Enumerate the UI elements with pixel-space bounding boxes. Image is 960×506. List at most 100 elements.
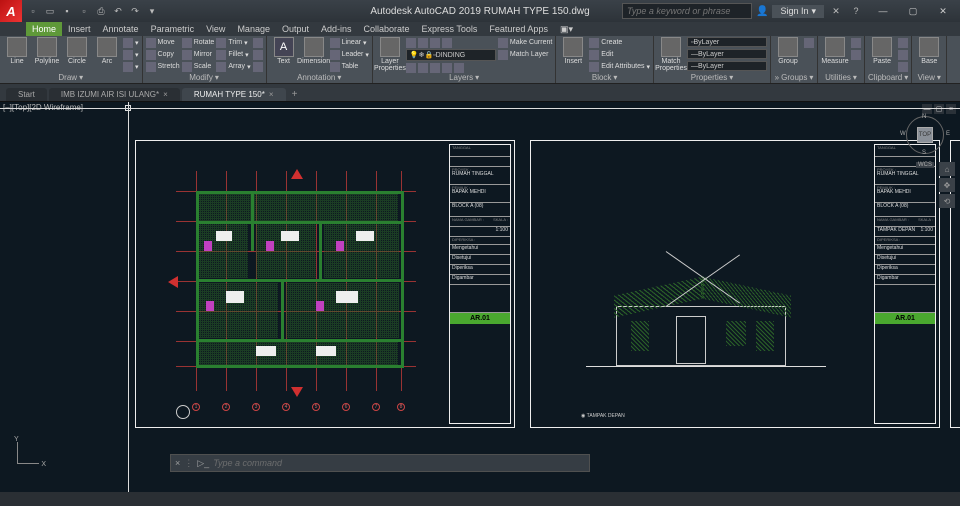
measure-button[interactable]: Measure xyxy=(821,37,849,65)
vp-min-icon[interactable]: — xyxy=(922,104,932,114)
paste-button[interactable]: Paste xyxy=(868,37,896,65)
draw-misc-3[interactable]: ▾ xyxy=(123,61,139,72)
util-misc-1[interactable] xyxy=(851,37,861,48)
cmd-handle-icon[interactable]: ⋮ xyxy=(184,458,193,469)
panel-layers-title[interactable]: Layers ▾ xyxy=(376,73,552,82)
rotate-button[interactable]: Rotate xyxy=(182,37,215,48)
base-button[interactable]: Base xyxy=(915,37,943,65)
maximize-button[interactable]: ▢ xyxy=(898,1,928,21)
trim-button[interactable]: Trim ▾ xyxy=(216,37,250,48)
app-logo[interactable]: A xyxy=(0,0,22,22)
fillet-button[interactable]: Fillet ▾ xyxy=(216,49,250,60)
tab-annotate[interactable]: Annotate xyxy=(97,22,145,36)
leader-button[interactable]: Leader ▾ xyxy=(330,49,369,60)
tab-parametric[interactable]: Parametric xyxy=(145,22,201,36)
stretch-button[interactable]: Stretch xyxy=(146,61,180,72)
command-line[interactable]: × ⋮ ▷_ xyxy=(170,454,590,472)
panel-properties-title[interactable]: Properties ▾ xyxy=(657,72,767,82)
qat-dropdown-icon[interactable]: ▾ xyxy=(144,3,160,19)
dimension-button[interactable]: Dimension xyxy=(300,37,328,65)
panel-block-title[interactable]: Block ▾ xyxy=(559,72,650,82)
panel-utilities-title[interactable]: Utilities ▾ xyxy=(821,72,861,82)
panel-draw-title[interactable]: Draw ▾ xyxy=(3,72,139,82)
signin-button[interactable]: Sign In▾ xyxy=(772,5,824,18)
lineweight-combo[interactable]: — ByLayer xyxy=(687,49,767,59)
line-button[interactable]: Line xyxy=(3,37,31,65)
layer-tools-2[interactable] xyxy=(406,62,496,73)
qat-undo-icon[interactable]: ↶ xyxy=(110,3,126,19)
move-button[interactable]: Move xyxy=(146,37,180,48)
filetab-rumah[interactable]: RUMAH TYPE 150*× xyxy=(182,88,286,101)
qat-plot-icon[interactable]: ⎙ xyxy=(93,3,109,19)
arc-button[interactable]: Arc xyxy=(93,37,121,65)
qat-save-icon[interactable]: ▪ xyxy=(59,3,75,19)
tab-express[interactable]: Express Tools xyxy=(416,22,484,36)
vp-max-icon[interactable]: ▢ xyxy=(934,104,944,114)
layer-combo[interactable]: 💡❄🔒▫ DINDING xyxy=(406,49,496,61)
panel-annotation-title[interactable]: Annotation ▾ xyxy=(270,72,369,82)
panel-view-title[interactable]: View ▾ xyxy=(915,72,943,82)
tab-expander-icon[interactable]: ▣▾ xyxy=(554,22,579,36)
group-misc[interactable] xyxy=(804,37,814,48)
draw-misc-2[interactable]: ▾ xyxy=(123,49,139,60)
tab-featured[interactable]: Featured Apps xyxy=(483,22,554,36)
help-icon[interactable]: ? xyxy=(848,3,864,19)
match-properties-button[interactable]: Match Properties xyxy=(657,37,685,72)
modify-misc-1[interactable] xyxy=(253,37,263,48)
edit-block-button[interactable]: Edit xyxy=(589,49,650,60)
drawing-viewport[interactable]: [–][Top][2D Wireframe] — ▢ × TANGGAL PRO… xyxy=(0,102,960,492)
filetab-imb[interactable]: IMB IZUMI AIR ISI ULANG*× xyxy=(49,88,180,101)
qat-open-icon[interactable]: ▭ xyxy=(42,3,58,19)
nav-home-icon[interactable]: ⌂ xyxy=(939,162,955,176)
tab-home[interactable]: Home xyxy=(26,22,62,36)
match-layer-button[interactable]: Match Layer xyxy=(498,49,552,60)
linetype-combo[interactable]: — ByLayer xyxy=(687,61,767,71)
color-combo[interactable]: ▫ ByLayer xyxy=(687,37,767,47)
minimize-button[interactable]: — xyxy=(868,1,898,21)
exchange-icon[interactable]: ✕ xyxy=(828,3,844,19)
tab-view[interactable]: View xyxy=(200,22,231,36)
draw-misc-1[interactable]: ▾ xyxy=(123,37,139,48)
mirror-button[interactable]: Mirror xyxy=(182,49,215,60)
qat-new-icon[interactable]: ▫ xyxy=(25,3,41,19)
modify-misc-2[interactable] xyxy=(253,49,263,60)
copy-button[interactable]: Copy xyxy=(146,49,180,60)
nav-pan-icon[interactable]: ✥ xyxy=(939,178,955,192)
group-button[interactable]: Group xyxy=(774,37,802,65)
edit-attr-button[interactable]: Edit Attributes ▾ xyxy=(589,61,650,72)
viewcube[interactable]: TOP N S W E WCS xyxy=(906,116,944,154)
layer-tools-1[interactable] xyxy=(406,37,496,48)
circle-button[interactable]: Circle xyxy=(63,37,91,65)
insert-button[interactable]: Insert xyxy=(559,37,587,65)
table-button[interactable]: Table xyxy=(330,61,369,72)
tab-manage[interactable]: Manage xyxy=(231,22,276,36)
polyline-button[interactable]: Polyline xyxy=(33,37,61,65)
vp-close-icon[interactable]: × xyxy=(946,104,956,114)
new-tab-button[interactable]: + xyxy=(288,87,302,101)
tab-output[interactable]: Output xyxy=(276,22,315,36)
qat-redo-icon[interactable]: ↷ xyxy=(127,3,143,19)
tab-addins[interactable]: Add-ins xyxy=(315,22,358,36)
help-search-input[interactable] xyxy=(622,3,752,19)
cmd-close-icon[interactable]: × xyxy=(175,458,180,468)
make-current-button[interactable]: Make Current xyxy=(498,37,552,48)
panel-groups-title[interactable]: » Groups ▾ xyxy=(774,72,814,82)
clip-misc-3[interactable] xyxy=(898,61,908,72)
modify-misc-3[interactable] xyxy=(253,61,263,72)
command-input[interactable] xyxy=(213,458,585,468)
layer-properties-button[interactable]: Layer Properties xyxy=(376,37,404,72)
array-button[interactable]: Array ▾ xyxy=(216,61,250,72)
text-button[interactable]: AText xyxy=(270,37,298,65)
close-icon[interactable]: × xyxy=(269,90,274,99)
qat-saveas-icon[interactable]: ▫ xyxy=(76,3,92,19)
create-block-button[interactable]: Create xyxy=(589,37,650,48)
close-icon[interactable]: × xyxy=(163,90,168,99)
close-button[interactable]: ✕ xyxy=(928,1,958,21)
filetab-start[interactable]: Start xyxy=(6,88,47,101)
util-misc-2[interactable] xyxy=(851,49,861,60)
clip-misc-2[interactable] xyxy=(898,49,908,60)
clip-misc-1[interactable] xyxy=(898,37,908,48)
scale-button[interactable]: Scale xyxy=(182,61,215,72)
tab-insert[interactable]: Insert xyxy=(62,22,97,36)
nav-orbit-icon[interactable]: ⟲ xyxy=(939,194,955,208)
